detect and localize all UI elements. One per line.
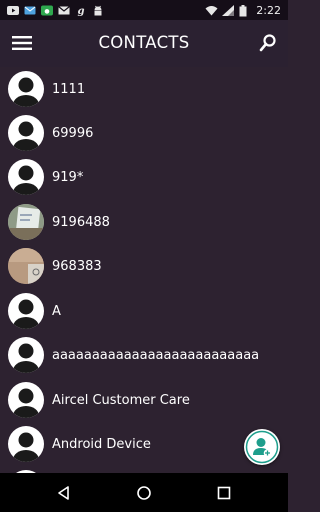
- contact-name: A: [52, 303, 61, 319]
- contact-row[interactable]: Aircel Customer Care: [0, 378, 288, 422]
- android-icon: [92, 5, 104, 16]
- contact-list[interactable]: 1111 69996 919* 9196488 968383 A aaaaaaa…: [0, 67, 288, 473]
- contact-name: aaaaaaaaaaaaaaaaaaaaaaaaaa: [52, 347, 260, 363]
- g-icon: g: [75, 5, 87, 17]
- notification-icons: ● g: [0, 5, 104, 17]
- navigation-bar: [0, 473, 288, 512]
- battery-icon: [239, 4, 251, 16]
- wifi-icon: [205, 5, 218, 16]
- svg-text:g: g: [78, 6, 85, 16]
- contact-photo: [8, 204, 44, 240]
- status-bar: ● g 2:22: [0, 0, 288, 20]
- signal-icon: [222, 4, 235, 16]
- page-title: CONTACTS: [98, 33, 190, 52]
- avatar: [8, 71, 44, 107]
- avatar: [8, 382, 44, 418]
- contact-name: Android Device: [52, 436, 151, 452]
- default-person-icon: [13, 121, 39, 151]
- contact-row[interactable]: 69996: [0, 111, 288, 155]
- contact-row[interactable]: aaaaaaaaaaaaaaaaaaaaaaaaaa: [0, 333, 288, 377]
- gmail-icon: [58, 5, 70, 16]
- default-person-icon: [13, 165, 39, 195]
- contact-name: 9196488: [52, 214, 110, 230]
- default-person-icon: [13, 299, 39, 329]
- search-icon[interactable]: [258, 33, 278, 53]
- contact-row[interactable]: 9196488: [0, 200, 288, 244]
- system-icons: 2:22: [205, 4, 288, 17]
- contact-name: 69996: [52, 125, 94, 141]
- avatar: [8, 293, 44, 329]
- youtube-icon: [7, 5, 19, 16]
- contact-photo: [8, 248, 44, 284]
- default-person-icon: [13, 432, 39, 462]
- contact-row[interactable]: 919*: [0, 155, 288, 199]
- recents-icon[interactable]: [215, 484, 233, 502]
- status-time: 2:22: [256, 3, 281, 17]
- back-icon[interactable]: [55, 484, 73, 502]
- contact-name: 919*: [52, 169, 84, 185]
- photo-thumbnail: [8, 204, 44, 240]
- hangouts-icon: ●: [41, 5, 53, 16]
- photo-thumbnail: [8, 248, 44, 284]
- contact-name: 1111: [52, 81, 86, 97]
- contact-name: Aircel Customer Care: [52, 392, 190, 408]
- contact-name: 968383: [52, 258, 102, 274]
- email-icon: [24, 5, 36, 16]
- avatar: [8, 426, 44, 462]
- contact-row[interactable]: A: [0, 289, 288, 333]
- default-person-icon: [13, 343, 39, 373]
- contact-row[interactable]: 1111: [0, 67, 288, 111]
- add-contact-button[interactable]: [244, 429, 280, 465]
- svg-text:●: ●: [44, 8, 49, 15]
- app-bar: CONTACTS: [0, 20, 288, 67]
- default-person-icon: [13, 77, 39, 107]
- avatar: [8, 159, 44, 195]
- contact-row[interactable]: 968383: [0, 244, 288, 288]
- home-icon[interactable]: [135, 484, 153, 502]
- contact-row-partial[interactable]: [0, 466, 288, 473]
- add-contact-icon: [245, 430, 279, 464]
- avatar: [8, 115, 44, 151]
- default-person-icon: [13, 388, 39, 418]
- avatar: [8, 337, 44, 373]
